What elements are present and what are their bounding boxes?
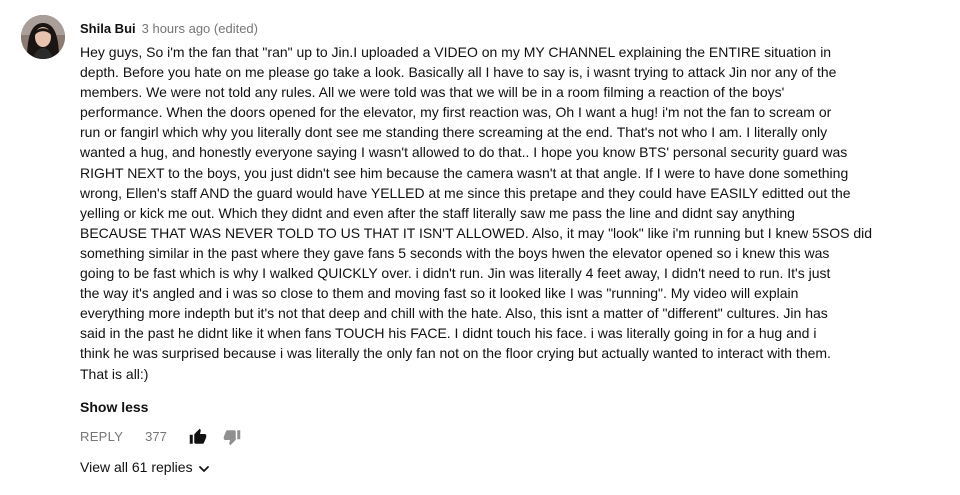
comment-timestamp[interactable]: 3 hours ago (edited) <box>142 21 258 36</box>
reply-button[interactable]: REPLY <box>80 428 123 446</box>
comment-line: run or fangirl which why you literally d… <box>80 124 828 141</box>
comment-line: wrong, Ellen's staff AND the guard would… <box>80 184 851 201</box>
view-replies-label: View all 61 replies <box>80 459 193 475</box>
comment-line: everything more indepth but it's not tha… <box>80 305 828 322</box>
comment-line: wanted a hug, and honestly everyone sayi… <box>80 144 848 161</box>
comment-line: yelling or kick me out. Which they didnt… <box>80 204 795 221</box>
comment-header: Shila Bui 3 hours ago (edited) <box>80 20 258 38</box>
comment-line: going to be fast which is why I walked Q… <box>80 265 831 282</box>
comment-line: performance. When the doors opened for t… <box>80 104 832 121</box>
comment-text: Hey guys, So i'm the fan that "ran" up t… <box>80 42 960 384</box>
comment-line: said in the past he didnt like it when f… <box>80 325 817 342</box>
comment-actions: REPLY 377 <box>80 428 241 446</box>
comment-line: members. We were not told any rules. All… <box>80 84 785 101</box>
avatar-image <box>21 15 65 59</box>
thumb-up-icon[interactable] <box>189 428 207 446</box>
avatar[interactable] <box>21 15 65 59</box>
comment-line: Hey guys, So i'm the fan that "ran" up t… <box>80 44 832 60</box>
comment-line: BECAUSE THAT WAS NEVER TOLD TO US THAT I… <box>80 224 873 241</box>
comment-thread: Shila Bui 3 hours ago (edited) Hey guys, … <box>0 0 960 495</box>
show-less-button[interactable]: Show less <box>80 398 148 416</box>
comment-line: something similar in the past where they… <box>80 244 830 261</box>
chevron-down-icon <box>198 461 210 473</box>
comment-line: depth. Before you hate on me please go t… <box>80 64 837 81</box>
like-count: 377 <box>145 429 167 444</box>
comment-line: think he was surprised because i was lit… <box>80 345 831 362</box>
thumb-down-icon[interactable] <box>223 428 241 446</box>
view-replies-button[interactable]: View all 61 replies <box>80 458 210 476</box>
comment-line: That is all:) <box>80 365 149 382</box>
comment-line: RIGHT NEXT to the boys, you just didn't … <box>80 164 849 181</box>
comment-line: the way it's angled and i was so close t… <box>80 285 799 302</box>
author-name[interactable]: Shila Bui <box>80 21 136 36</box>
